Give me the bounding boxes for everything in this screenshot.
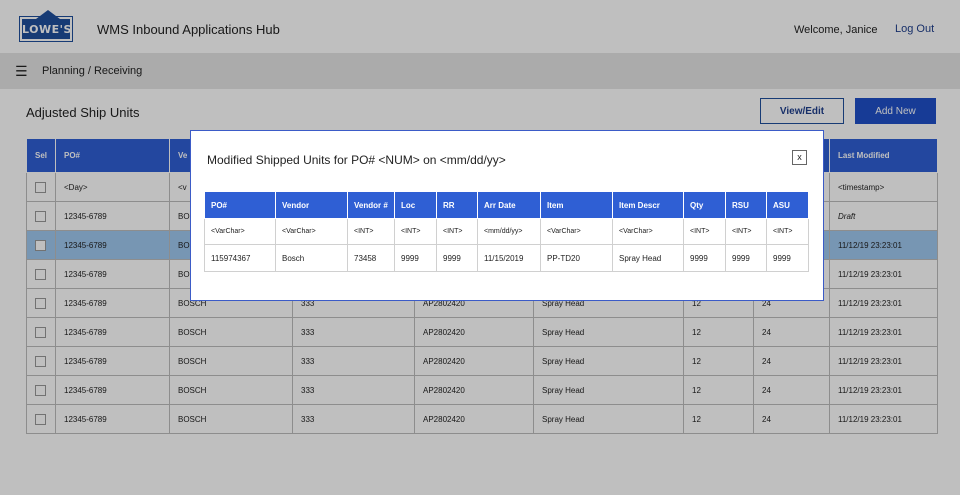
modal-value-cell: 9999 xyxy=(394,244,437,272)
modal-header-row: PO# Vendor Vendor # Loc RR Arr Date Item Item D… xyxy=(204,191,809,219)
modal-value-cell: Spray Head xyxy=(612,244,684,272)
modal-title: Modified Shipped Units for PO# <NUM> on … xyxy=(207,153,506,167)
modal-value-cell: 9999 xyxy=(766,244,809,272)
modal-col-header: PO# xyxy=(204,191,276,219)
modal-value-cell: 9999 xyxy=(725,244,767,272)
modal-value-cell: Bosch xyxy=(275,244,348,272)
modal-col-header: Item Descr xyxy=(612,191,684,219)
modal-value-cell: 115974367 xyxy=(204,244,276,272)
modal-type-cell: <INT> xyxy=(766,218,809,245)
modal-table: PO# Vendor Vendor # Loc RR Arr Date Item Item D… xyxy=(204,191,809,272)
modal-type-cell: <INT> xyxy=(394,218,437,245)
modified-units-modal: Modified Shipped Units for PO# <NUM> on … xyxy=(190,130,824,301)
modal-type-cell: <INT> xyxy=(347,218,395,245)
modal-type-cell: <VarChar> xyxy=(204,218,276,245)
modal-type-cell: <INT> xyxy=(436,218,478,245)
modal-col-header: RSU xyxy=(725,191,767,219)
modal-value-cell: 9999 xyxy=(436,244,478,272)
modal-col-header: Arr Date xyxy=(477,191,541,219)
modal-type-cell: <INT> xyxy=(725,218,767,245)
close-button[interactable]: x xyxy=(792,150,807,165)
modal-value-row: 115974367 Bosch 73458 9999 9999 11/15/2019 PP-… xyxy=(204,244,809,272)
modal-col-header: Qty xyxy=(683,191,726,219)
modal-value-cell: 11/15/2019 xyxy=(477,244,541,272)
modal-col-header: Vendor xyxy=(275,191,348,219)
modal-type-cell: <VarChar> xyxy=(540,218,613,245)
modal-type-cell: <INT> xyxy=(683,218,726,245)
modal-type-cell: <VarChar> xyxy=(612,218,684,245)
modal-col-header: Vendor # xyxy=(347,191,395,219)
modal-value-cell: 73458 xyxy=(347,244,395,272)
modal-type-row: <VarChar> <VarChar> <INT> <INT> <INT> <mm/dd/… xyxy=(204,218,809,245)
modal-col-header: Item xyxy=(540,191,613,219)
modal-value-cell: PP-TD20 xyxy=(540,244,613,272)
modal-col-header: ASU xyxy=(766,191,809,219)
modal-col-header: Loc xyxy=(394,191,437,219)
modal-type-cell: <mm/dd/yy> xyxy=(477,218,541,245)
modal-type-cell: <VarChar> xyxy=(275,218,348,245)
modal-value-cell: 9999 xyxy=(683,244,726,272)
modal-col-header: RR xyxy=(436,191,478,219)
